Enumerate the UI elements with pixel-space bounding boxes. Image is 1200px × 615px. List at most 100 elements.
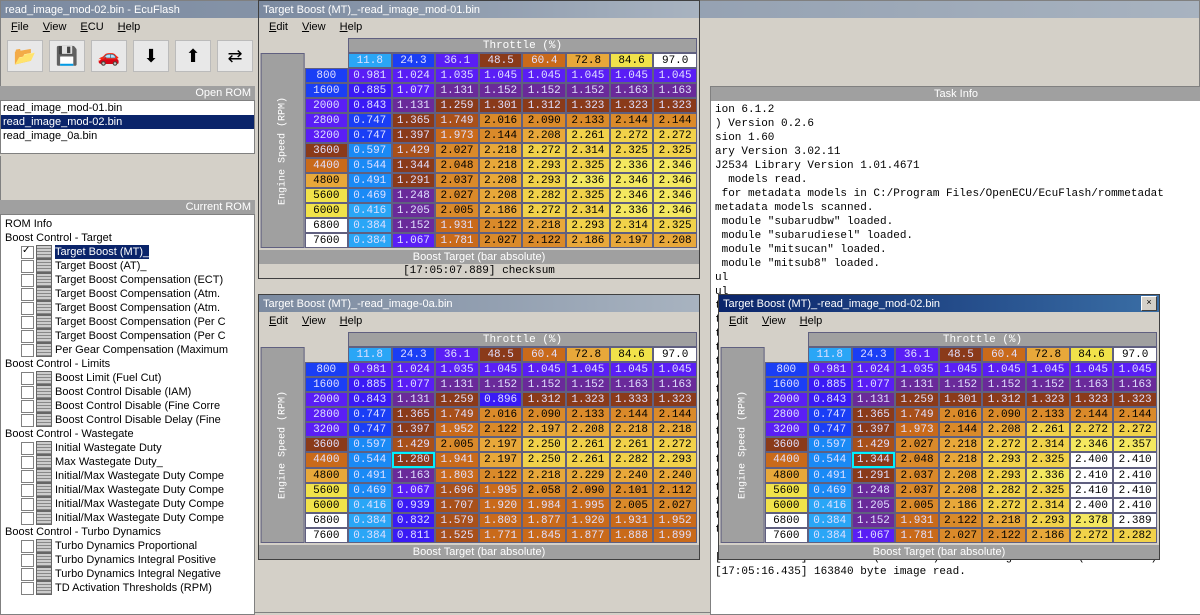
table-cell[interactable]: 1.045 xyxy=(566,362,610,377)
table-cell[interactable]: 2.218 xyxy=(479,158,523,173)
table-cell[interactable]: 2.314 xyxy=(1026,437,1070,452)
table-cell[interactable]: 1.152 xyxy=(479,83,523,98)
table-menubar[interactable]: EditViewHelp xyxy=(259,18,699,36)
table-cell[interactable]: 2.037 xyxy=(895,468,939,483)
checkbox[interactable] xyxy=(21,288,34,301)
table-cell[interactable]: 0.384 xyxy=(808,513,852,528)
checkbox[interactable] xyxy=(21,512,34,525)
table-cell[interactable]: 1.045 xyxy=(653,68,697,83)
table-cell[interactable]: 1.899 xyxy=(653,528,697,543)
table-cell[interactable]: 0.885 xyxy=(348,377,392,392)
menu-view[interactable]: View xyxy=(37,20,73,34)
table-cell[interactable]: 1.205 xyxy=(392,203,436,218)
table-cell[interactable]: 2.186 xyxy=(1026,528,1070,543)
tree-group[interactable]: Boost Control - Target xyxy=(1,231,254,245)
table-cell[interactable]: 2.314 xyxy=(1026,498,1070,513)
table-cell[interactable]: 0.981 xyxy=(808,362,852,377)
table-cell[interactable]: 2.293 xyxy=(982,468,1026,483)
table-cell[interactable]: 2.144 xyxy=(610,113,654,128)
table-cell[interactable]: 0.597 xyxy=(348,437,392,452)
table-cell[interactable]: 2.208 xyxy=(522,128,566,143)
table-cell[interactable]: 2.314 xyxy=(566,203,610,218)
table-cell[interactable]: 2.410 xyxy=(1070,483,1114,498)
table-cell[interactable]: 1.365 xyxy=(392,113,436,128)
table-cell[interactable]: 0.416 xyxy=(348,498,392,513)
table-cell[interactable]: 1.259 xyxy=(895,392,939,407)
table-cell[interactable]: 1.397 xyxy=(392,128,436,143)
table-cell[interactable]: 2.410 xyxy=(1070,468,1114,483)
tree-group[interactable]: Boost Control - Limits xyxy=(1,357,254,371)
table-cell[interactable]: 2.208 xyxy=(479,188,523,203)
table-cell[interactable]: 1.045 xyxy=(566,68,610,83)
table-cell[interactable]: 2.218 xyxy=(653,422,697,437)
tree-item[interactable]: Target Boost Compensation (Per C xyxy=(1,329,254,343)
menu-view[interactable]: View xyxy=(296,314,332,328)
table-cell[interactable]: 2.144 xyxy=(610,407,654,422)
table-cell[interactable]: 1.781 xyxy=(435,233,479,248)
table-cell[interactable]: 1.365 xyxy=(392,407,436,422)
table-cell[interactable]: 1.323 xyxy=(566,392,610,407)
table-cell[interactable]: 2.293 xyxy=(653,452,697,468)
table-cell[interactable]: 1.888 xyxy=(610,528,654,543)
table-cell[interactable]: 2.240 xyxy=(653,468,697,483)
table-cell[interactable]: 1.152 xyxy=(852,513,896,528)
table-cell[interactable]: 0.416 xyxy=(808,498,852,513)
table-cell[interactable]: 1.323 xyxy=(1026,392,1070,407)
table-cell[interactable]: 0.811 xyxy=(392,528,436,543)
table-cell[interactable]: 1.077 xyxy=(392,83,436,98)
table-cell[interactable]: 1.163 xyxy=(610,83,654,98)
table-cell[interactable]: 0.544 xyxy=(808,452,852,468)
table-cell[interactable]: 2.346 xyxy=(653,188,697,203)
table-cell[interactable]: 1.035 xyxy=(435,362,479,377)
table-cell[interactable]: 1.152 xyxy=(1026,377,1070,392)
table-cell[interactable]: 2.410 xyxy=(1113,452,1157,468)
table-cell[interactable]: 2.325 xyxy=(1026,483,1070,498)
table-cell[interactable]: 0.469 xyxy=(348,188,392,203)
table-cell[interactable]: 2.261 xyxy=(1026,422,1070,437)
table-cell[interactable]: 1.323 xyxy=(1113,392,1157,407)
table-cell[interactable]: 1.365 xyxy=(852,407,896,422)
checkbox[interactable] xyxy=(21,582,34,595)
table-cell[interactable]: 1.024 xyxy=(392,362,436,377)
table-cell[interactable]: 1.429 xyxy=(392,437,436,452)
table-cell[interactable]: 2.218 xyxy=(610,422,654,437)
table-cell[interactable]: 0.747 xyxy=(348,113,392,128)
table-cell[interactable]: 2.005 xyxy=(895,498,939,513)
table-cell[interactable]: 1.248 xyxy=(852,483,896,498)
table-cell[interactable]: 2.293 xyxy=(566,218,610,233)
table-cell[interactable]: 0.885 xyxy=(348,83,392,98)
table-cell[interactable]: 1.301 xyxy=(939,392,983,407)
table-cell[interactable]: 2.027 xyxy=(479,233,523,248)
table-cell[interactable]: 2.218 xyxy=(522,468,566,483)
table-cell[interactable]: 1.045 xyxy=(522,362,566,377)
table-cell[interactable]: 2.218 xyxy=(522,218,566,233)
table-cell[interactable]: 2.208 xyxy=(566,422,610,437)
table-cell[interactable]: 2.005 xyxy=(435,203,479,218)
checkbox[interactable] xyxy=(21,246,34,259)
table-cell[interactable]: 2.133 xyxy=(566,113,610,128)
table-cell[interactable]: 2.144 xyxy=(1113,407,1157,422)
table-cell[interactable]: 1.579 xyxy=(435,513,479,528)
checkbox[interactable] xyxy=(21,302,34,315)
table-cell[interactable]: 2.293 xyxy=(522,158,566,173)
checkbox[interactable] xyxy=(21,540,34,553)
table-cell[interactable]: 0.885 xyxy=(808,377,852,392)
table-cell[interactable]: 1.312 xyxy=(522,98,566,113)
table-cell[interactable]: 1.429 xyxy=(392,143,436,158)
table-cell[interactable]: 1.248 xyxy=(392,188,436,203)
table-cell[interactable]: 2.027 xyxy=(895,437,939,452)
table-cell[interactable]: 2.325 xyxy=(1026,452,1070,468)
table-cell[interactable]: 1.045 xyxy=(479,68,523,83)
tree-item[interactable]: TD Activation Thresholds (RPM) xyxy=(1,581,254,595)
table-cell[interactable]: 1.045 xyxy=(653,362,697,377)
table-cell[interactable]: 1.152 xyxy=(392,218,436,233)
table-cell[interactable]: 1.163 xyxy=(1113,377,1157,392)
table-cell[interactable]: 2.005 xyxy=(610,498,654,513)
table-cell[interactable]: 2.058 xyxy=(522,483,566,498)
boost-table[interactable]: Throttle (%)Engine Speed (RPM)11.824.336… xyxy=(261,332,697,543)
table-cell[interactable]: 0.384 xyxy=(808,528,852,543)
table-titlebar[interactable]: Target Boost (MT)_-read_image_mod-02.bin… xyxy=(719,295,1159,312)
table-cell[interactable]: 2.144 xyxy=(653,407,697,422)
checkbox[interactable] xyxy=(21,274,34,287)
tree-item[interactable]: Turbo Dynamics Integral Positive xyxy=(1,553,254,567)
